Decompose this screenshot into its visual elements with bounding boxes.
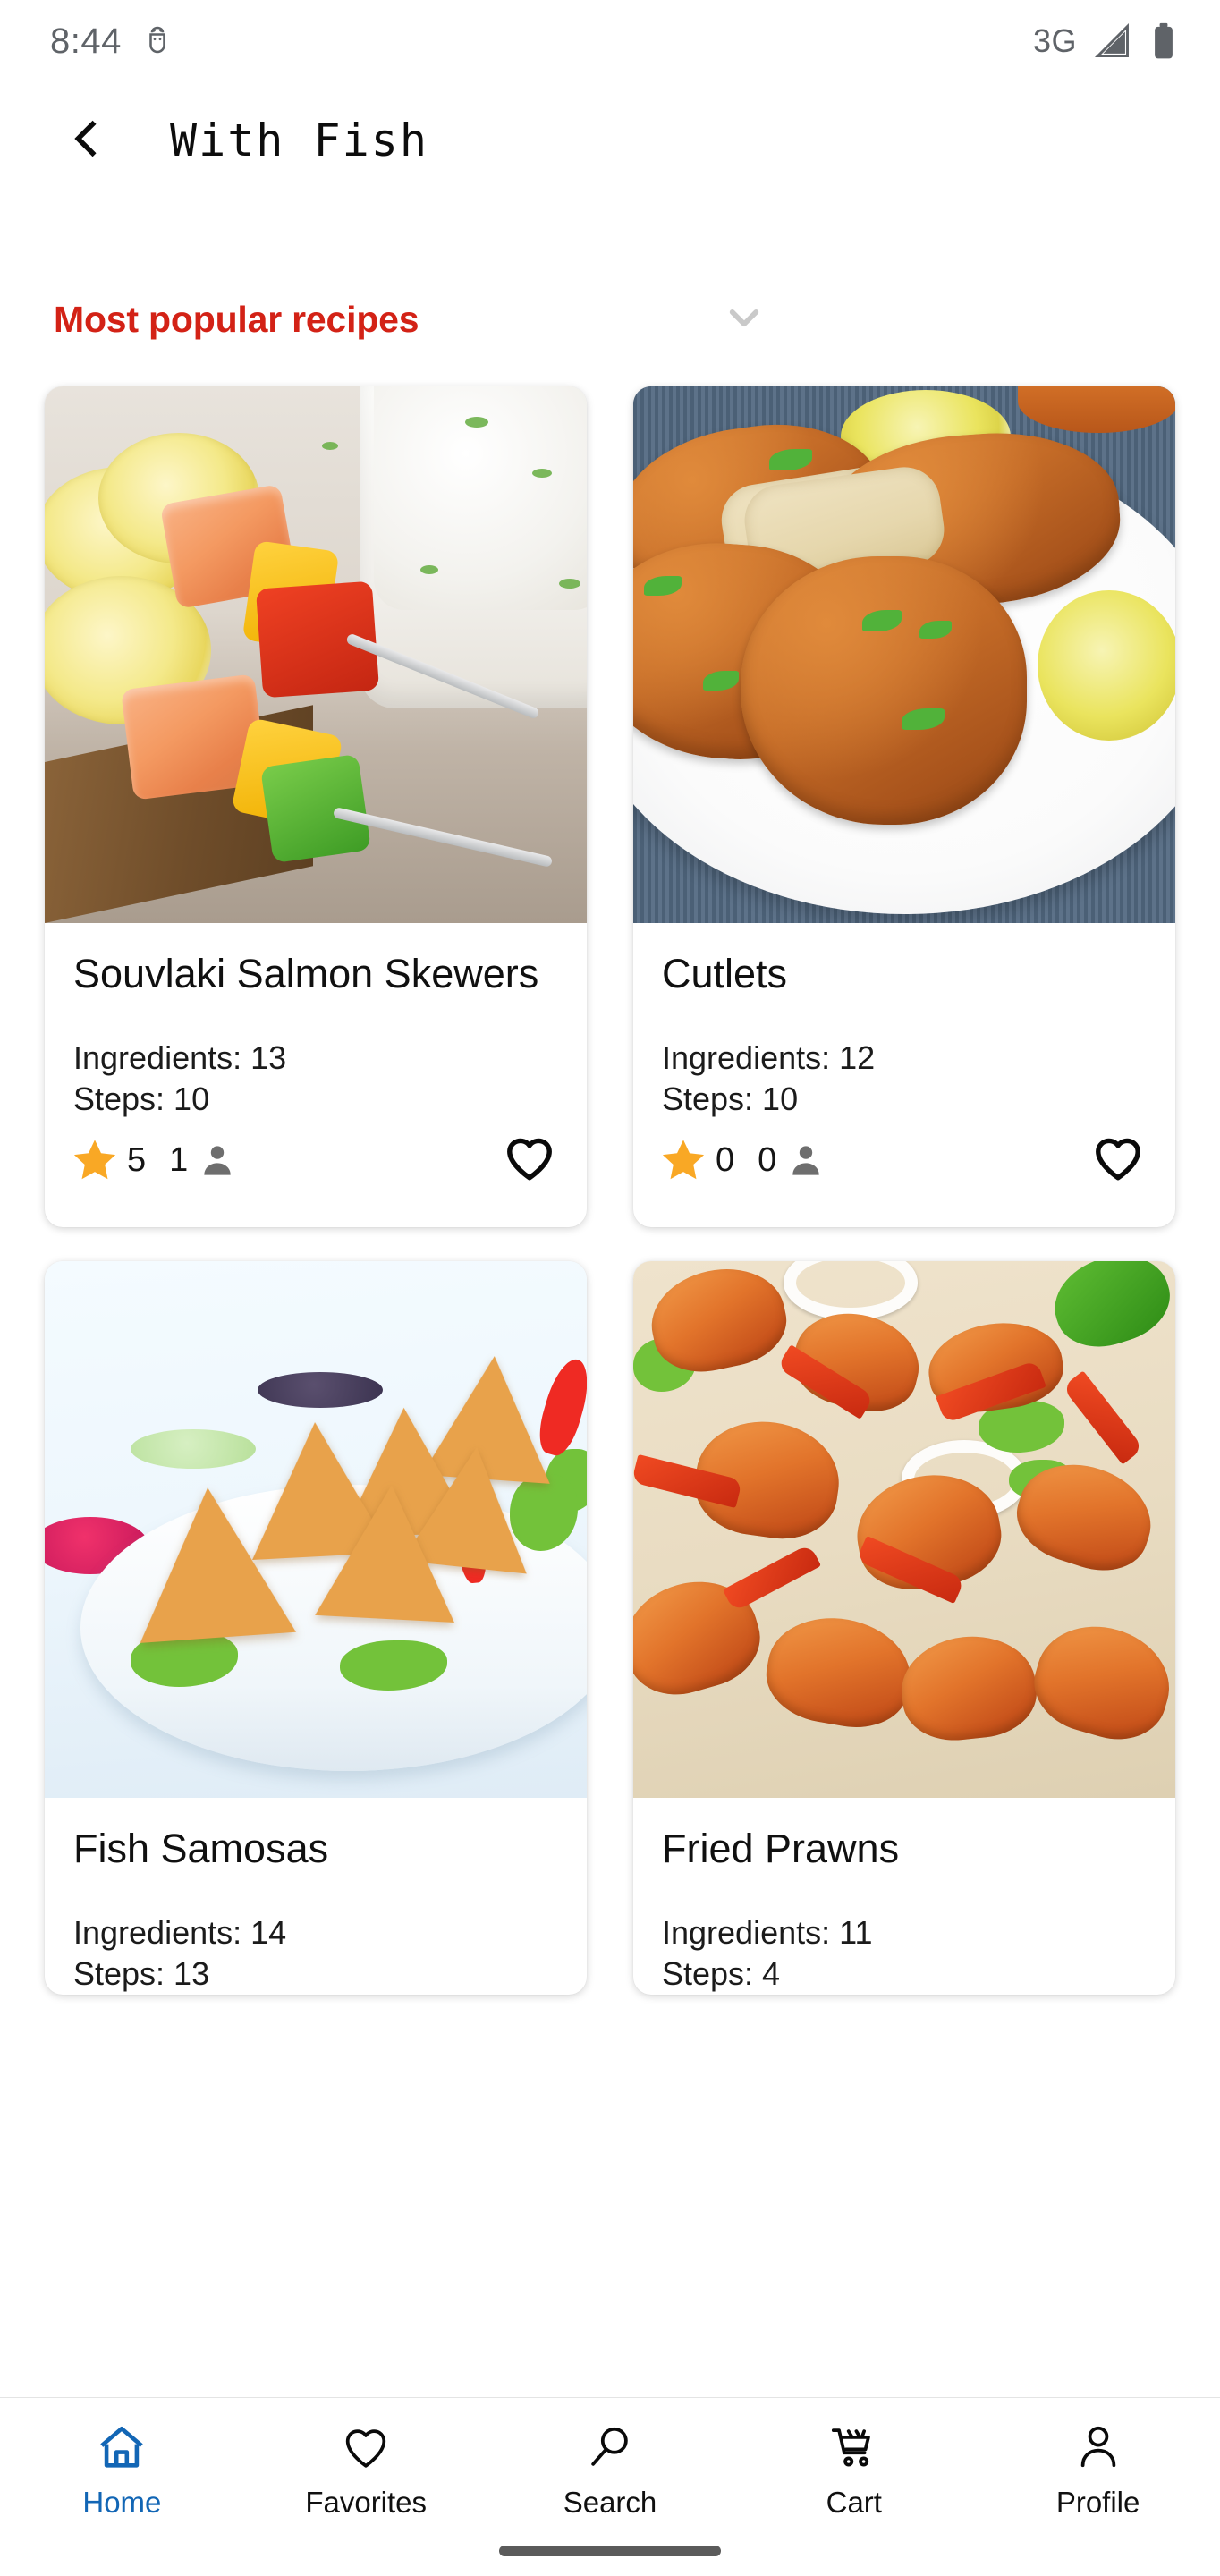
cart-icon xyxy=(828,2421,880,2473)
recipe-meta: Ingredients: 11 Steps: 4 xyxy=(662,1912,1147,1995)
nav-label-cart: Cart xyxy=(826,2486,882,2519)
nav-label-favorites: Favorites xyxy=(305,2486,428,2519)
nav-item-home[interactable]: Home xyxy=(0,2421,244,2520)
recipe-rating: 0 0 xyxy=(658,1135,825,1185)
favorite-button[interactable] xyxy=(1086,1128,1150,1192)
person-icon xyxy=(188,1141,236,1179)
status-bar-left: 8:44 xyxy=(50,21,174,62)
recipe-card[interactable]: Cutlets Ingredients: 12 Steps: 10 0 0 xyxy=(633,386,1175,1228)
home-indicator xyxy=(499,2546,721,2556)
sort-filter-dropdown-button[interactable] xyxy=(716,291,773,348)
battery-full-icon xyxy=(1148,21,1179,61)
recipe-ingredients: Ingredients: 12 xyxy=(662,1039,876,1076)
nav-item-profile[interactable]: Profile xyxy=(976,2421,1220,2520)
nav-item-cart[interactable]: Cart xyxy=(732,2421,976,2520)
recipe-card-body: Fish Samosas Ingredients: 14 Steps: 13 xyxy=(45,1798,587,1995)
recipe-steps: Steps: 4 xyxy=(662,1955,781,1993)
recipe-image xyxy=(633,386,1175,923)
recipe-card-footer: 5 1 xyxy=(45,1120,587,1227)
recipe-meta: Ingredients: 13 Steps: 10 xyxy=(73,1038,558,1120)
favorite-button[interactable] xyxy=(497,1128,562,1192)
recipe-image xyxy=(45,386,587,923)
recipe-card-footer: 0 0 xyxy=(633,1120,1175,1227)
recipe-title: Fried Prawns xyxy=(662,1826,900,1872)
chevron-down-icon xyxy=(718,292,770,348)
recipe-review-count: 1 xyxy=(169,1140,189,1179)
recipe-title: Cutlets xyxy=(662,951,788,996)
recipe-ingredients: Ingredients: 11 xyxy=(662,1914,873,1952)
recipe-rating-value: 5 xyxy=(127,1140,147,1179)
network-type-label: 3G xyxy=(1032,22,1077,59)
recipe-rating: 5 1 xyxy=(70,1135,236,1185)
recipe-title: Fish Samosas xyxy=(73,1826,329,1872)
status-bar-clock: 8:44 xyxy=(50,21,122,61)
recipe-ingredients: Ingredients: 14 xyxy=(73,1914,287,1952)
recipe-review-count: 0 xyxy=(758,1140,777,1179)
heart-outline-icon xyxy=(340,2421,392,2473)
star-filled-icon xyxy=(658,1135,708,1185)
recipe-grid: Souvlaki Salmon Skewers Ingredients: 13 … xyxy=(45,358,1175,1996)
search-icon xyxy=(584,2421,636,2473)
app-screen: 8:44 3G With Fish Most popular recipes S… xyxy=(0,0,1220,2576)
sort-filter-label: Most popular recipes xyxy=(54,298,419,340)
recipe-list-scroll[interactable]: Souvlaki Salmon Skewers Ingredients: 13 … xyxy=(0,358,1220,2397)
recipe-card-body: Fried Prawns Ingredients: 11 Steps: 4 xyxy=(633,1798,1175,1995)
heart-outline-icon xyxy=(1090,1131,1146,1191)
recipe-meta: Ingredients: 14 Steps: 13 xyxy=(73,1912,558,1995)
recipe-image xyxy=(45,1261,587,1799)
page-title: With Fish xyxy=(170,114,428,166)
signal-bars-icon xyxy=(1093,21,1132,61)
status-bar: 8:44 3G xyxy=(0,0,1220,82)
recipe-card-body: Cutlets Ingredients: 12 Steps: 10 xyxy=(633,923,1175,1120)
recipe-steps: Steps: 10 xyxy=(662,1080,799,1118)
recipe-card[interactable]: Souvlaki Salmon Skewers Ingredients: 13 … xyxy=(45,386,587,1228)
nav-item-search[interactable]: Search xyxy=(488,2421,733,2520)
home-icon xyxy=(96,2421,148,2473)
android-bug-icon xyxy=(141,25,174,57)
recipe-steps: Steps: 10 xyxy=(73,1080,210,1118)
recipe-steps: Steps: 13 xyxy=(73,1955,210,1993)
chevron-left-icon xyxy=(63,115,109,166)
sort-filter-row: Most popular recipes xyxy=(0,281,1220,358)
star-filled-icon xyxy=(70,1135,120,1185)
recipe-image xyxy=(633,1261,1175,1799)
recipe-title: Souvlaki Salmon Skewers xyxy=(73,951,539,996)
nav-label-search: Search xyxy=(563,2486,657,2519)
back-button[interactable] xyxy=(54,108,118,173)
person-icon xyxy=(776,1141,825,1179)
recipe-ingredients: Ingredients: 13 xyxy=(73,1039,287,1076)
nav-label-profile: Profile xyxy=(1055,2486,1140,2519)
app-bar: With Fish xyxy=(0,82,1220,199)
recipe-rating-value: 0 xyxy=(716,1140,735,1179)
recipe-card-body: Souvlaki Salmon Skewers Ingredients: 13 … xyxy=(45,923,587,1120)
recipe-meta: Ingredients: 12 Steps: 10 xyxy=(662,1038,1147,1120)
nav-item-favorites[interactable]: Favorites xyxy=(244,2421,488,2520)
recipe-card[interactable]: Fried Prawns Ingredients: 11 Steps: 4 xyxy=(633,1261,1175,1996)
status-bar-right: 3G xyxy=(1033,21,1179,61)
nav-label-home: Home xyxy=(82,2486,162,2519)
person-outline-icon xyxy=(1072,2421,1124,2473)
bottom-navigation-bar: Home Favorites Search Cart Profile xyxy=(0,2397,1220,2576)
recipe-card[interactable]: Fish Samosas Ingredients: 14 Steps: 13 xyxy=(45,1261,587,1996)
heart-outline-icon xyxy=(502,1131,557,1191)
